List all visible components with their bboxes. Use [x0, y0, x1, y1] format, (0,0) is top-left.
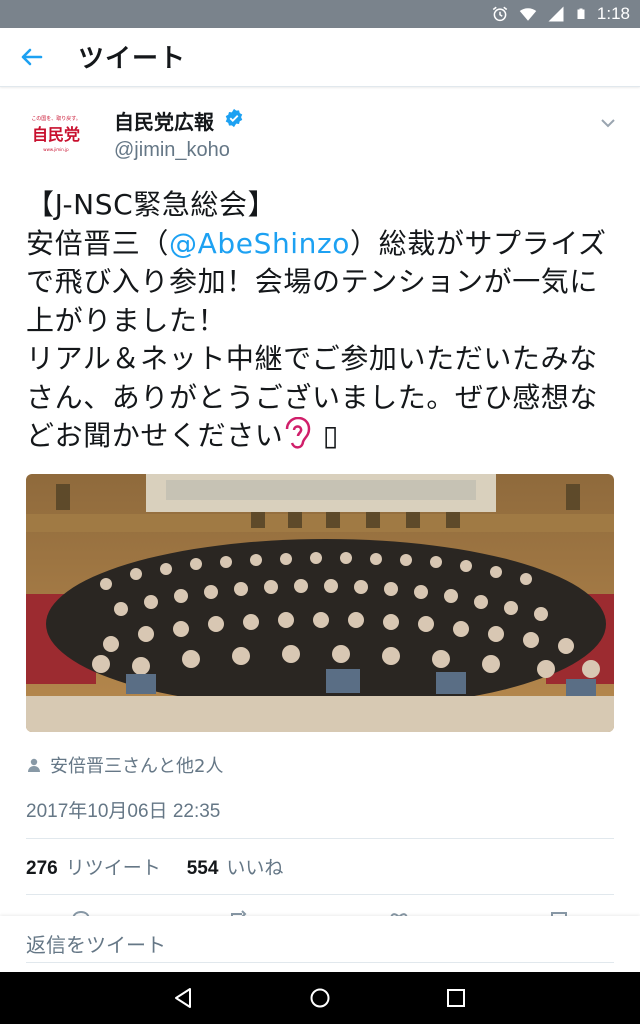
tagged-users-label: 安倍晋三さんと他2人	[50, 756, 224, 777]
battery-icon	[577, 8, 585, 19]
reply-bar	[0, 916, 640, 972]
verified-badge-icon	[225, 108, 243, 128]
mention-link[interactable]: @AbeShinzo	[169, 227, 350, 260]
nav-recents-icon[interactable]	[443, 985, 469, 1011]
signal-icon	[548, 6, 564, 22]
ear-emoji-icon	[286, 417, 311, 449]
tweet-photo[interactable]	[26, 474, 614, 732]
app-bar: ツイート	[0, 28, 640, 87]
retweet-count: 276	[26, 857, 58, 879]
like-label: いいね	[226, 856, 284, 879]
retweet-stat[interactable]: 276 リツイート	[26, 853, 161, 880]
person-icon	[28, 758, 40, 772]
tweet-text: 【J-NSC緊急総会】 安倍晋三（@AbeShinzo）総裁がサプライズで飛び入…	[26, 186, 616, 456]
wifi-icon	[519, 8, 537, 21]
status-bar: 1:18	[0, 0, 640, 28]
group-photo-image	[26, 474, 614, 732]
author-name[interactable]: 自民党広報	[114, 106, 214, 135]
retweet-label: リツイート	[65, 856, 161, 879]
like-stat[interactable]: 554 いいね	[187, 853, 284, 880]
avatar[interactable]: この国を、取り戻す。 自民党 www.jimin.jp	[26, 106, 86, 166]
chevron-down-icon[interactable]	[598, 116, 618, 130]
back-arrow-icon[interactable]	[14, 42, 48, 72]
alarm-icon	[492, 6, 508, 22]
status-icons: 1:18	[491, 3, 630, 25]
nav-back-icon[interactable]	[170, 985, 196, 1011]
tweet-timestamp: 2017年10月06日 22:35	[26, 801, 221, 822]
svg-text:自民党: 自民党	[32, 125, 80, 144]
page-title: ツイート	[78, 44, 187, 74]
author-handle[interactable]: @jimin_koho	[114, 139, 230, 162]
tweet-stats: 276 リツイート 554 いいね	[26, 852, 283, 880]
like-count: 554	[186, 857, 219, 879]
tagged-users[interactable]: 安倍晋三さんと他2人	[26, 752, 223, 778]
tweet-text-part: ▯	[313, 419, 339, 452]
svg-text:www.jimin.jp: www.jimin.jp	[43, 147, 69, 152]
nav-home-icon[interactable]	[307, 985, 333, 1011]
svg-text:この国を、取り戻す。: この国を、取り戻す。	[31, 115, 81, 122]
jimin-logo-icon: この国を、取り戻す。 自民党 www.jimin.jp	[26, 106, 86, 166]
divider	[26, 838, 614, 839]
divider	[26, 894, 614, 895]
reply-input[interactable]	[26, 928, 614, 963]
status-time: 1:18	[596, 4, 630, 23]
system-nav-bar	[0, 972, 640, 1024]
